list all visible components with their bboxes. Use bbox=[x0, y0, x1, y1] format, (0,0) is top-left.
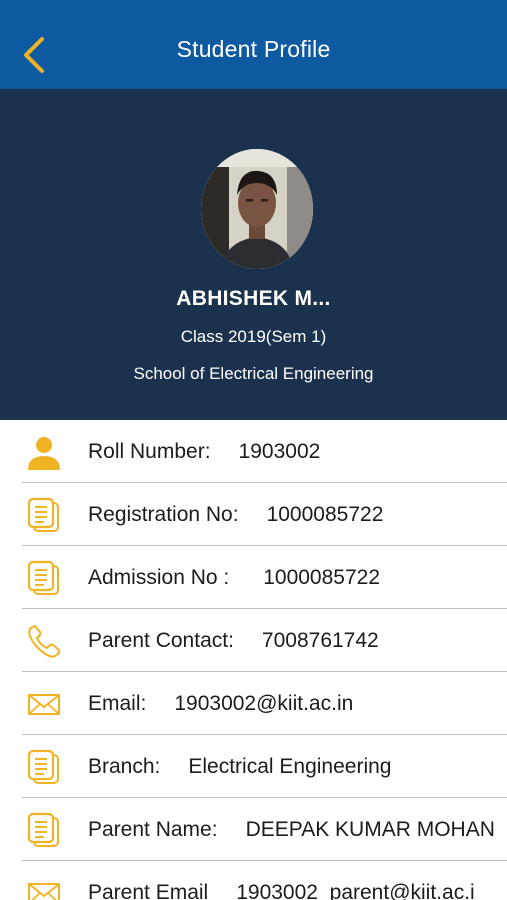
document-icon bbox=[27, 560, 59, 595]
page-title: Student Profile bbox=[176, 36, 331, 62]
student-class: Class 2019(Sem 1) bbox=[180, 327, 327, 346]
avatar bbox=[201, 149, 313, 269]
student-name: ABHISHEK M... bbox=[176, 287, 331, 310]
parent-contact-label: Parent Contact: bbox=[88, 629, 234, 652]
parent-contact-value: 7008761742 bbox=[261, 629, 379, 652]
student-school: School of Electrical Engineering bbox=[133, 364, 374, 383]
list-item-parent-email[interactable]: Parent Email 1903002_parent@kiit.ac.i bbox=[22, 861, 507, 900]
mail-icon bbox=[28, 694, 60, 715]
roll-number-label: Roll Number: bbox=[88, 440, 211, 463]
document-icon bbox=[27, 497, 59, 532]
admission-no-label: Admission No : bbox=[88, 566, 230, 589]
profile-header: ABHISHEK M... Class 2019(Sem 1) School o… bbox=[0, 89, 507, 420]
list-item-branch: Branch: Electrical Engineering bbox=[22, 735, 507, 798]
details-list: Roll Number: 1903002 Registration No: 1000… bbox=[0, 420, 507, 900]
list-item-registration-no: Registration No: 1000085722 bbox=[22, 483, 507, 546]
parent-email-label: Parent Email bbox=[88, 881, 209, 900]
phone-icon bbox=[28, 625, 61, 658]
mail-icon bbox=[28, 883, 60, 900]
email-label: Email: bbox=[88, 692, 147, 715]
parent-name-value: DEEPAK KUMAR MOHAN bbox=[245, 818, 495, 841]
list-item-parent-contact[interactable]: Parent Contact: 7008761742 bbox=[22, 609, 507, 672]
list-item-email[interactable]: Email: 1903002@kiit.ac.in bbox=[22, 672, 507, 735]
admission-no-value: 1000085722 bbox=[263, 566, 381, 589]
branch-value: Electrical Engineering bbox=[188, 755, 392, 778]
list-item-parent-name: Parent Name: DEEPAK KUMAR MOHAN bbox=[22, 798, 507, 861]
parent-email-value: 1903002_parent@kiit.ac.i bbox=[236, 881, 475, 900]
navigation-bar: Student Profile bbox=[0, 0, 507, 89]
registration-no-label: Registration No: bbox=[88, 503, 239, 526]
parent-name-label: Parent Name: bbox=[88, 818, 218, 841]
list-item-admission-no: Admission No : 1000085722 bbox=[22, 546, 507, 609]
email-value: 1903002@kiit.ac.in bbox=[174, 692, 354, 715]
person-icon bbox=[28, 437, 60, 470]
document-icon bbox=[27, 749, 59, 784]
roll-number-value: 1903002 bbox=[238, 440, 321, 463]
branch-label: Branch: bbox=[88, 755, 161, 778]
registration-no-value: 1000085722 bbox=[266, 503, 384, 526]
document-icon bbox=[27, 812, 59, 847]
list-item-roll-number: Roll Number: 1903002 bbox=[22, 420, 507, 483]
